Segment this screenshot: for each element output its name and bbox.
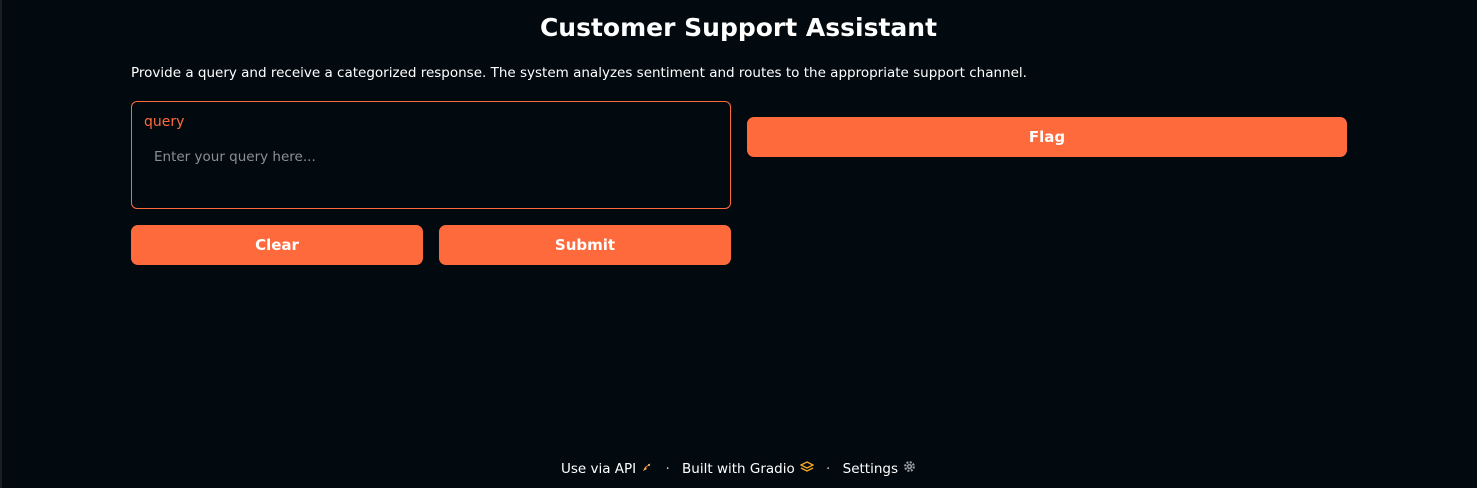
settings-label: Settings	[842, 461, 899, 477]
clear-button[interactable]: Clear	[131, 225, 423, 265]
gradio-logo-icon	[799, 459, 815, 479]
flag-button[interactable]: Flag	[747, 117, 1347, 157]
gear-icon	[903, 459, 916, 479]
submit-button[interactable]: Submit	[439, 225, 731, 265]
query-textbox: query	[131, 101, 731, 209]
settings-link[interactable]: Settings	[843, 461, 916, 477]
built-with-gradio-label: Built with Gradio	[682, 461, 795, 477]
page-title: Customer Support Assistant	[539, 13, 938, 42]
use-via-api-link[interactable]: Use via API	[561, 461, 657, 477]
footer-separator: ·	[826, 461, 831, 477]
page-description: Provide a query and receive a categorize…	[131, 65, 1027, 81]
window-edge	[0, 0, 2, 488]
query-input[interactable]	[142, 142, 718, 198]
rocket-icon	[641, 459, 653, 479]
footer: Use via API · Built with Gradio · Settin…	[0, 459, 1477, 479]
use-via-api-label: Use via API	[560, 461, 637, 477]
built-with-gradio-link[interactable]: Built with Gradio	[682, 461, 818, 477]
query-label: query	[144, 114, 185, 130]
footer-separator: ·	[665, 461, 670, 477]
